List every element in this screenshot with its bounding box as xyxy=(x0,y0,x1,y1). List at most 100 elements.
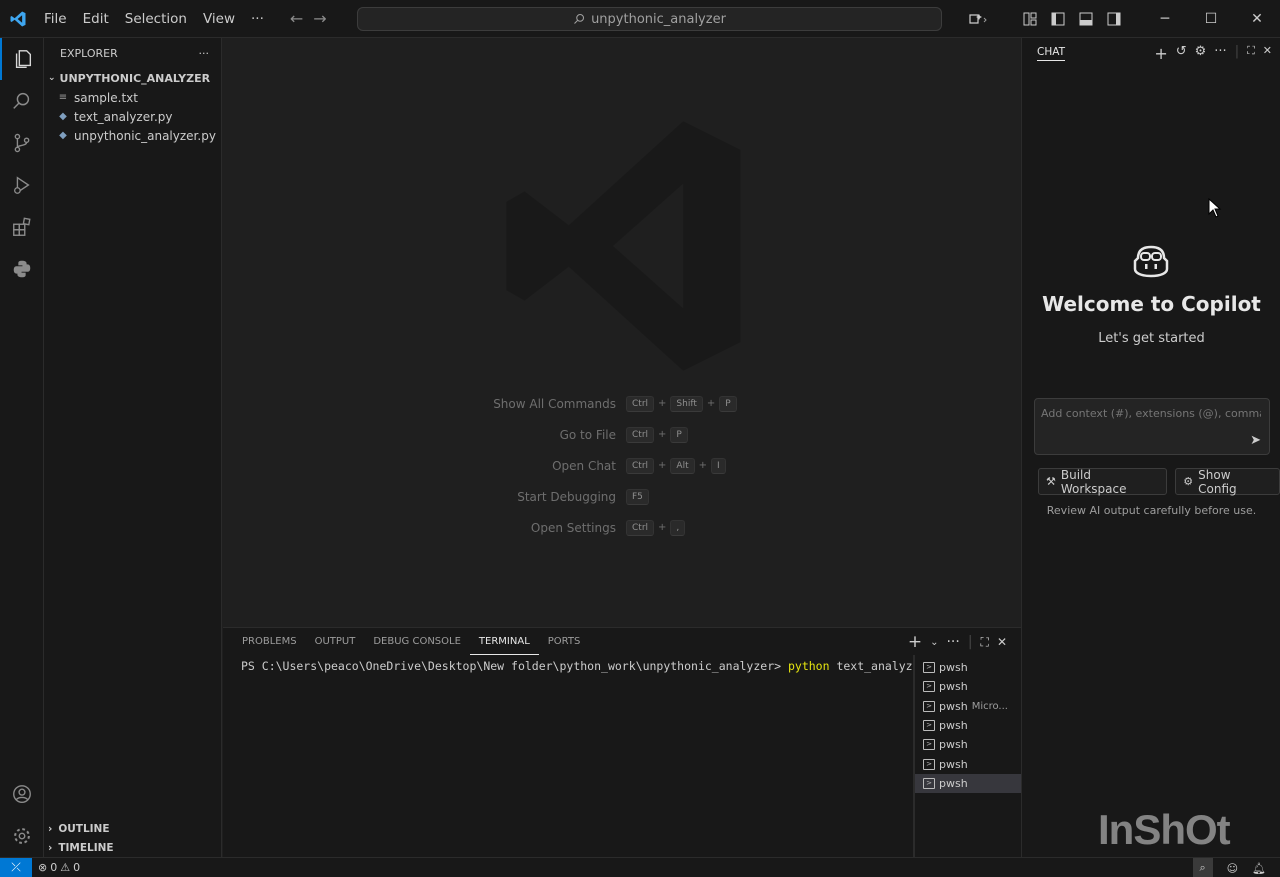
terminal-instance-label: pwsh xyxy=(939,738,968,752)
toggle-secondary-sidebar-icon[interactable] xyxy=(1100,0,1128,38)
terminal-instance[interactable]: > pwsh Micro... xyxy=(915,697,1021,716)
search-icon xyxy=(574,13,585,24)
key: F5 xyxy=(626,488,649,505)
shortcut-row: Go to File Ctrl + P xyxy=(223,419,1021,450)
explorer-sidebar: EXPLORER ··· ⌄ UNPYTHONIC_ANALYZER ≡ sam… xyxy=(44,38,222,857)
wand-icon: ⚒ xyxy=(1046,475,1056,488)
warning-count: 0 xyxy=(73,861,81,874)
file-name: sample.txt xyxy=(74,90,138,105)
terminal-icon: > xyxy=(923,681,935,693)
copilot-sparkle-icon[interactable] xyxy=(960,0,996,38)
key: Alt xyxy=(670,457,695,474)
maximize-panel-icon[interactable]: ⛶ xyxy=(981,635,989,650)
menu-selection[interactable]: Selection xyxy=(117,0,195,38)
warning-icon: ⚠ xyxy=(60,861,71,874)
file-item[interactable]: ◆ text_analyzer.py xyxy=(44,107,221,126)
tab-terminal[interactable]: TERMINAL xyxy=(469,628,539,655)
back-arrow-icon[interactable]: ← xyxy=(290,9,303,28)
settings-gear-icon[interactable] xyxy=(0,815,44,857)
shortcut-hints: Show All Commands Ctrl + Shift + P Go to F… xyxy=(223,388,1021,543)
menu-file[interactable]: File xyxy=(36,0,75,38)
shortcut-label: Open Settings xyxy=(530,520,616,535)
tab-debug-console[interactable]: DEBUG CONSOLE xyxy=(364,628,470,655)
gear-icon[interactable]: ⚙ xyxy=(1195,44,1207,63)
terminal-instance[interactable]: > pwsh xyxy=(915,754,1021,773)
chat-tab[interactable]: CHAT xyxy=(1037,46,1066,61)
maximize-chat-icon[interactable]: ⛶ xyxy=(1247,44,1255,63)
extensions-icon[interactable] xyxy=(0,206,44,248)
command-center-search[interactable]: unpythonic_analyzer xyxy=(357,7,942,31)
chevron-right-icon: › xyxy=(48,841,53,854)
run-debug-icon[interactable] xyxy=(0,164,44,206)
new-chat-icon[interactable]: + xyxy=(1154,44,1167,63)
terminal-icon: > xyxy=(923,720,935,732)
terminal-instance[interactable]: > pwsh xyxy=(915,658,1021,677)
build-workspace-button[interactable]: ⚒ Build Workspace xyxy=(1038,468,1168,496)
history-icon[interactable]: ↺ xyxy=(1176,44,1187,63)
menu-bar: File Edit Selection View ··· xyxy=(36,0,272,38)
terminal-icon: > xyxy=(923,662,935,674)
error-count: 0 xyxy=(50,861,58,874)
terminal-instance[interactable]: > pwsh xyxy=(915,716,1021,735)
explorer-more-icon[interactable]: ··· xyxy=(199,47,210,60)
welcome-subtitle: Let's get started xyxy=(1098,331,1205,346)
forward-arrow-icon[interactable]: → xyxy=(313,9,326,28)
python-file-icon: ◆ xyxy=(59,130,67,141)
terminal-instance-label: pwsh xyxy=(939,699,968,713)
chevron-right-icon: › xyxy=(48,822,53,835)
chat-more-icon[interactable]: ··· xyxy=(1214,44,1226,63)
search-icon[interactable] xyxy=(0,80,44,122)
show-config-button[interactable]: ⚙ Show Config xyxy=(1175,468,1280,496)
terminal-instance[interactable]: > pwsh xyxy=(915,735,1021,754)
remote-indicator-icon[interactable]: ⤫ xyxy=(0,857,32,877)
menu-more[interactable]: ··· xyxy=(243,0,272,38)
menu-edit[interactable]: Edit xyxy=(75,0,117,38)
tab-problems[interactable]: PROBLEMS xyxy=(233,628,306,655)
chat-input-box[interactable]: ➤ xyxy=(1034,398,1270,455)
terminal-output[interactable]: PS C:\Users\peaco\OneDrive\Desktop\New f… xyxy=(223,655,913,858)
outline-label: OUTLINE xyxy=(58,822,110,835)
accounts-icon[interactable] xyxy=(0,773,44,815)
terminal-icon: > xyxy=(923,739,935,751)
vscode-logo-icon[interactable] xyxy=(0,0,36,38)
workspace-folder[interactable]: ⌄ UNPYTHONIC_ANALYZER xyxy=(44,68,221,88)
key: I xyxy=(710,457,726,474)
tab-output[interactable]: OUTPUT xyxy=(306,628,365,655)
panel-more-icon[interactable]: ··· xyxy=(946,634,959,650)
close-window-button[interactable]: ✕ xyxy=(1234,0,1280,38)
file-item[interactable]: ◆ unpythonic_analyzer.py xyxy=(44,126,221,145)
source-control-icon[interactable] xyxy=(0,122,44,164)
new-terminal-icon[interactable]: + xyxy=(908,632,922,652)
customize-layout-icon[interactable] xyxy=(1016,0,1044,38)
explorer-icon[interactable] xyxy=(0,38,44,80)
file-item[interactable]: ≡ sample.txt xyxy=(44,88,221,107)
terminal-line: PS C:\Users\peaco\OneDrive\Desktop\New f… xyxy=(241,659,913,673)
menu-view[interactable]: View xyxy=(195,0,243,38)
shortcut-label: Start Debugging xyxy=(517,489,616,504)
gear-icon: ⚙ xyxy=(1183,475,1194,488)
close-chat-icon[interactable]: ✕ xyxy=(1263,44,1272,63)
notifications-bell-icon[interactable]: 🔔︎ xyxy=(1252,862,1266,875)
tab-ports[interactable]: PORTS xyxy=(539,628,590,655)
key: Ctrl xyxy=(626,519,655,536)
zoom-icon[interactable]: ⌕ xyxy=(1192,858,1213,877)
workspace-folder-label: UNPYTHONIC_ANALYZER xyxy=(59,71,211,85)
send-icon[interactable]: ➤ xyxy=(1250,433,1261,448)
toggle-panel-icon[interactable] xyxy=(1072,0,1100,38)
close-panel-icon[interactable]: ✕ xyxy=(997,635,1007,649)
outline-section[interactable]: › OUTLINE xyxy=(44,819,222,838)
chat-input[interactable] xyxy=(1035,399,1267,428)
python-icon[interactable] xyxy=(0,248,44,290)
chat-panel: CHAT + ↺ ⚙ ··· | ⛶ ✕ Welcome to Copilot … xyxy=(1021,38,1280,857)
problems-status[interactable]: ⊗ 0 ⚠ 0 xyxy=(32,861,80,874)
terminal-instance-selected[interactable]: > pwsh xyxy=(915,773,1021,794)
copilot-status-icon[interactable]: ☺ xyxy=(1227,862,1238,875)
timeline-section[interactable]: › TIMELINE xyxy=(44,838,222,857)
shortcut-label: Go to File xyxy=(559,427,616,442)
toggle-sidebar-icon[interactable] xyxy=(1044,0,1072,38)
key: Ctrl xyxy=(626,395,655,412)
minimize-button[interactable]: ─ xyxy=(1142,0,1188,38)
chevron-down-icon[interactable]: ⌄ xyxy=(930,637,938,648)
maximize-button[interactable]: ☐ xyxy=(1188,0,1234,38)
terminal-instance[interactable]: > pwsh xyxy=(915,677,1021,696)
